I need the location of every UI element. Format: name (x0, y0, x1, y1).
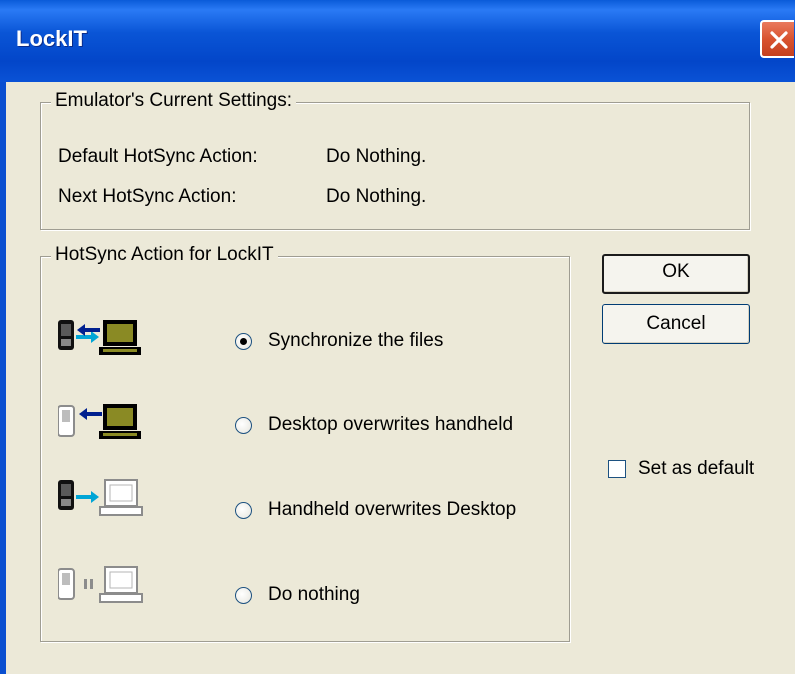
default-hotsync-label: Default HotSync Action: (58, 146, 258, 167)
ok-button[interactable]: OK (602, 254, 750, 294)
do-nothing-icon (58, 566, 143, 603)
window-border (0, 82, 6, 674)
cancel-button[interactable]: Cancel (602, 304, 750, 344)
radio-desktop-overwrites-label: Desktop overwrites handheld (268, 414, 514, 435)
radio-handheld-overwrites-label: Handheld overwrites Desktop (268, 499, 517, 520)
window-title: LockIT (16, 26, 87, 51)
sync-both-icon (58, 320, 141, 355)
radio-handheld-overwrites-button[interactable] (235, 501, 252, 519)
title-bar[interactable]: LockIT (0, 0, 795, 82)
radio-synchronize-label: Synchronize the files (268, 330, 444, 351)
next-hotsync-value: Do Nothing. (326, 186, 427, 207)
radio-do-nothing[interactable]: Do nothing (235, 580, 360, 610)
radio-handheld-overwrites[interactable]: Handheld overwrites Desktop (235, 495, 516, 525)
handheld-to-desktop-icon (58, 479, 143, 516)
radio-do-nothing-label: Do nothing (268, 584, 360, 605)
radio-synchronize[interactable]: Synchronize the files (235, 326, 443, 356)
hotsync-action-legend: HotSync Action for LockIT (51, 244, 278, 266)
desktop-to-handheld-icon (58, 404, 141, 439)
radio-desktop-overwrites-button[interactable] (235, 416, 252, 434)
radio-synchronize-button[interactable] (235, 332, 252, 350)
set-as-default-checkbox-row[interactable]: Set as default (608, 458, 788, 484)
next-hotsync-label: Next HotSync Action: (58, 186, 237, 207)
set-as-default-checkbox[interactable] (608, 460, 626, 478)
radio-desktop-overwrites[interactable]: Desktop overwrites handheld (235, 410, 513, 440)
radio-do-nothing-button[interactable] (235, 586, 252, 604)
close-button[interactable] (760, 20, 794, 58)
set-as-default-label: Set as default (638, 458, 755, 479)
current-settings-legend: Emulator's Current Settings: (51, 90, 296, 112)
close-icon (770, 31, 788, 49)
default-hotsync-value: Do Nothing. (326, 146, 427, 167)
